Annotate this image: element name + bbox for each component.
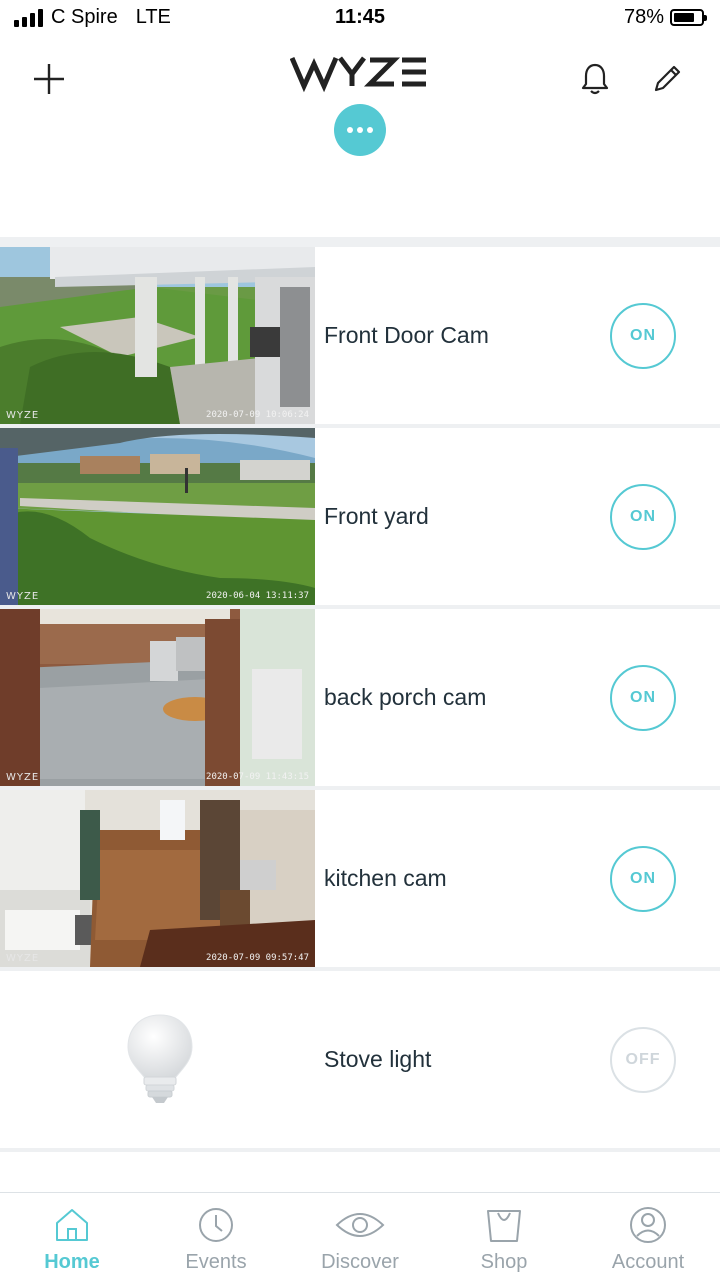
nav-events-label: Events bbox=[185, 1251, 247, 1273]
camera-timestamp: 2020-07-09 10:06:24 bbox=[206, 410, 309, 420]
shopping-bag-icon bbox=[487, 1210, 521, 1242]
camera-thumbnail[interactable]: WYZE 2020-07-09 09:57:47 bbox=[0, 790, 315, 967]
clock-icon bbox=[199, 1208, 233, 1242]
camera-watermark: WYZE bbox=[6, 953, 40, 964]
device-name: kitchen cam bbox=[324, 865, 447, 891]
nav-discover[interactable]: Discover bbox=[288, 1193, 432, 1280]
device-name: back porch cam bbox=[324, 684, 487, 710]
camera-watermark: WYZE bbox=[6, 772, 40, 783]
edit-button[interactable] bbox=[642, 54, 692, 104]
power-toggle-button[interactable]: ON bbox=[610, 846, 676, 912]
power-toggle-button[interactable]: ON bbox=[610, 484, 676, 550]
device-list: WYZE 2020-07-09 10:06:24 Front Door Cam … bbox=[0, 247, 720, 1152]
power-toggle-button[interactable]: ON bbox=[610, 665, 676, 731]
device-row-front-yard[interactable]: WYZE 2020-06-04 13:11:37 Front yard ON bbox=[0, 428, 720, 609]
device-row-back-porch-cam[interactable]: WYZE 2020-07-09 11:43:15 back porch cam … bbox=[0, 609, 720, 790]
nav-account[interactable]: Account bbox=[576, 1193, 720, 1280]
device-row-kitchen-cam[interactable]: WYZE 2020-07-09 09:57:47 kitchen cam ON bbox=[0, 790, 720, 971]
nav-shop[interactable]: Shop bbox=[432, 1193, 576, 1280]
camera-timestamp: 2020-06-04 13:11:37 bbox=[206, 591, 309, 601]
wyze-home-screen: C Spire LTE 11:45 78% WYZE 2020-07-09 10… bbox=[0, 0, 720, 1280]
more-options-button[interactable] bbox=[334, 104, 386, 156]
app-header bbox=[0, 40, 720, 240]
status-bar: C Spire LTE 11:45 78% bbox=[0, 0, 720, 40]
camera-thumbnail[interactable]: WYZE 2020-07-09 10:06:24 bbox=[0, 247, 315, 424]
nav-events[interactable]: Events bbox=[144, 1193, 288, 1280]
nav-home-label: Home bbox=[44, 1251, 100, 1273]
device-row-front-door-cam[interactable]: WYZE 2020-07-09 10:06:24 Front Door Cam … bbox=[0, 247, 720, 428]
camera-timestamp: 2020-07-09 09:57:47 bbox=[206, 953, 309, 963]
device-name: Front Door Cam bbox=[324, 322, 489, 348]
nav-discover-label: Discover bbox=[321, 1251, 399, 1273]
bottom-navigation: Home Events Discover Shop Account bbox=[0, 1192, 720, 1280]
battery-percent: 78% bbox=[623, 6, 664, 28]
power-toggle-button[interactable]: OFF bbox=[610, 1027, 676, 1093]
header-divider bbox=[0, 237, 720, 247]
ellipsis-icon bbox=[347, 127, 353, 133]
battery-fill bbox=[674, 13, 695, 22]
nav-account-label: Account bbox=[611, 1251, 685, 1273]
device-row-stove-light[interactable]: Stove light OFF bbox=[0, 971, 720, 1152]
nav-shop-label: Shop bbox=[480, 1251, 528, 1273]
bell-icon bbox=[581, 63, 609, 95]
battery-icon bbox=[670, 9, 707, 26]
power-toggle-button[interactable]: ON bbox=[610, 303, 676, 369]
clock: 11:45 bbox=[334, 6, 386, 28]
camera-thumbnail[interactable]: WYZE 2020-06-04 13:11:37 bbox=[0, 428, 315, 605]
wyze-logo-mark bbox=[289, 56, 426, 93]
camera-watermark: WYZE bbox=[6, 591, 40, 602]
camera-thumbnail[interactable]: WYZE 2020-07-09 11:43:15 bbox=[0, 609, 315, 786]
camera-timestamp: 2020-07-09 11:43:15 bbox=[206, 772, 309, 782]
pencil-icon bbox=[654, 65, 681, 92]
device-name: Front yard bbox=[324, 503, 429, 529]
camera-watermark: WYZE bbox=[6, 410, 40, 421]
battery-info: 78% bbox=[623, 6, 707, 29]
home-icon bbox=[56, 1209, 88, 1241]
account-icon bbox=[630, 1207, 666, 1243]
notifications-button[interactable] bbox=[570, 54, 620, 104]
eye-icon bbox=[335, 1213, 385, 1237]
light-bulb-icon bbox=[120, 1011, 200, 1111]
nav-home[interactable]: Home bbox=[0, 1193, 144, 1280]
device-name: Stove light bbox=[324, 1046, 432, 1072]
